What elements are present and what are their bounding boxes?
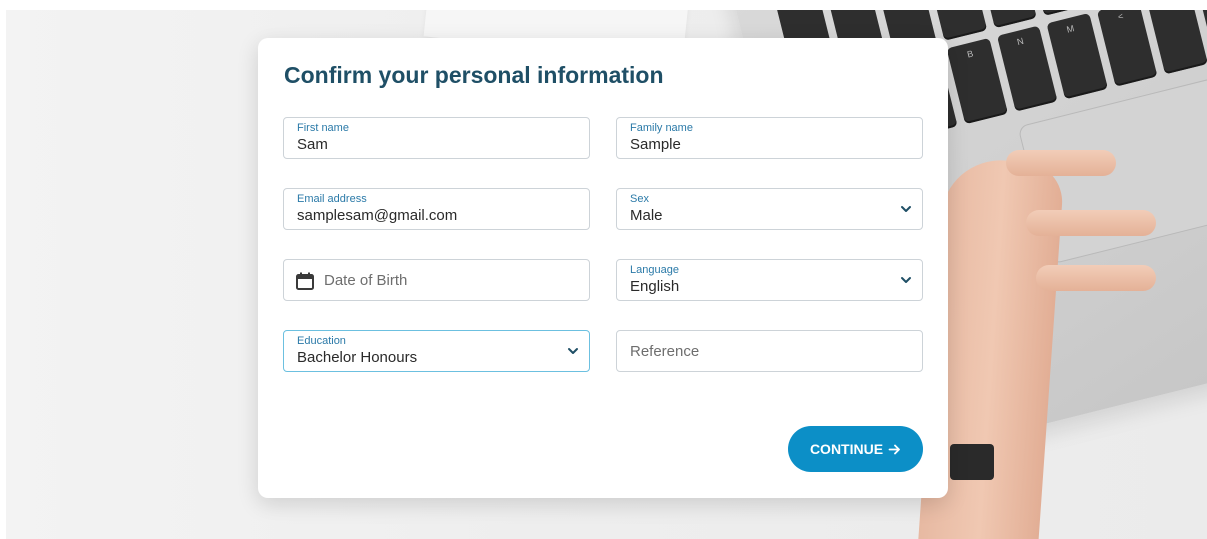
chevron-down-icon: [901, 206, 911, 212]
continue-label: CONTINUE: [809, 441, 884, 457]
language-select[interactable]: Language English: [616, 259, 923, 301]
family-name-value: Sample: [630, 136, 681, 153]
date-of-birth-field[interactable]: Date of Birth: [283, 259, 590, 301]
reference-field[interactable]: Reference: [616, 330, 923, 372]
email-field[interactable]: Email address samplesam@gmail.com: [283, 188, 590, 230]
finger: [1026, 210, 1156, 236]
keyboard-key: <: [1096, 10, 1158, 87]
sex-value: Male: [630, 207, 663, 224]
education-label: Education: [297, 335, 346, 347]
education-select[interactable]: Education Bachelor Honours: [283, 330, 590, 372]
keyboard-key: M: [1046, 13, 1108, 100]
language-label: Language: [630, 264, 679, 276]
finger: [1036, 265, 1156, 291]
watch-band: [950, 444, 994, 480]
personal-info-card: Confirm your personal information First …: [258, 38, 948, 498]
education-value: Bachelor Honours: [297, 349, 418, 366]
sex-select[interactable]: Sex Male: [616, 188, 923, 230]
keyboard-key: B: [946, 37, 1008, 125]
family-name-field[interactable]: Family name Sample: [616, 117, 923, 159]
finger: [1006, 150, 1116, 176]
first-name-field[interactable]: First name Sam: [283, 117, 590, 159]
arrow-right-icon: [888, 444, 900, 454]
keyboard-key: >: [1146, 10, 1207, 75]
keyboard-key: N: [996, 25, 1058, 112]
language-value: English: [630, 278, 680, 295]
page-title: Confirm your personal information: [284, 62, 664, 88]
date-of-birth-placeholder: Date of Birth: [324, 272, 408, 289]
chevron-down-icon: [901, 277, 911, 283]
email-value: samplesam@gmail.com: [297, 207, 458, 224]
first-name-label: First name: [297, 122, 349, 134]
email-label: Email address: [297, 193, 367, 205]
calendar-icon: [296, 272, 314, 290]
reference-placeholder: Reference: [630, 343, 700, 360]
sex-label: Sex: [630, 193, 649, 205]
family-name-label: Family name: [630, 122, 693, 134]
continue-button[interactable]: CONTINUE: [788, 426, 923, 472]
chevron-down-icon: [568, 348, 578, 354]
first-name-value: Sam: [297, 136, 328, 153]
